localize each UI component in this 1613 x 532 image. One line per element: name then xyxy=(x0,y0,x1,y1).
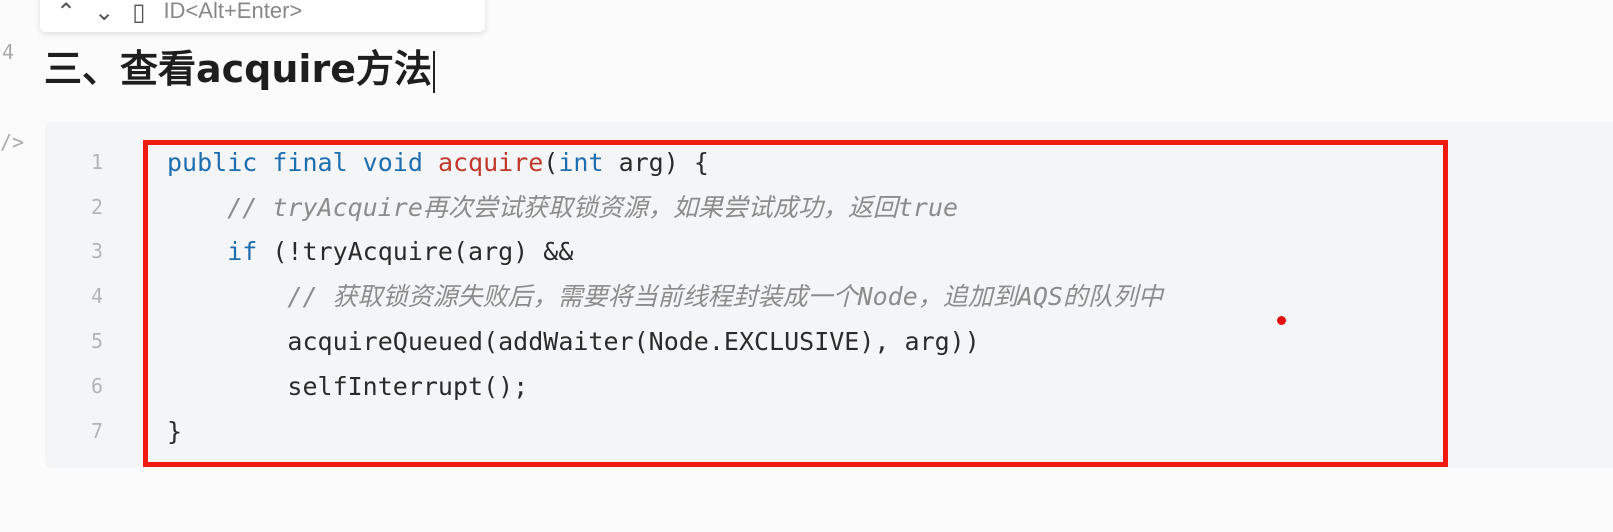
heading-text: 三、查看acquire方法 xyxy=(44,47,432,91)
popup-hint: ID<Alt+Enter> xyxy=(163,0,303,23)
find-popup: ⌃ ⌄ ▯ ID<Alt+Enter> xyxy=(40,0,485,32)
line-number: 5 xyxy=(90,329,104,353)
line-number: 4 xyxy=(90,284,104,308)
heading-line-number: 4 xyxy=(2,40,15,64)
chevron-up-icon[interactable]: ⌃ xyxy=(56,0,76,24)
page-heading[interactable]: 三、查看acquire方法 xyxy=(44,38,435,93)
highlight-rectangle xyxy=(143,140,1448,467)
line-number: 6 xyxy=(90,374,104,398)
pointer-dot xyxy=(1277,316,1286,325)
code-block-marker: /> xyxy=(0,130,25,154)
line-number: 3 xyxy=(90,239,104,263)
chevron-down-icon[interactable]: ⌄ xyxy=(94,0,114,24)
line-number: 2 xyxy=(90,195,104,219)
line-number: 7 xyxy=(90,419,104,443)
text-cursor xyxy=(432,50,435,93)
copy-icon[interactable]: ▯ xyxy=(132,0,145,24)
line-number: 1 xyxy=(90,150,104,174)
